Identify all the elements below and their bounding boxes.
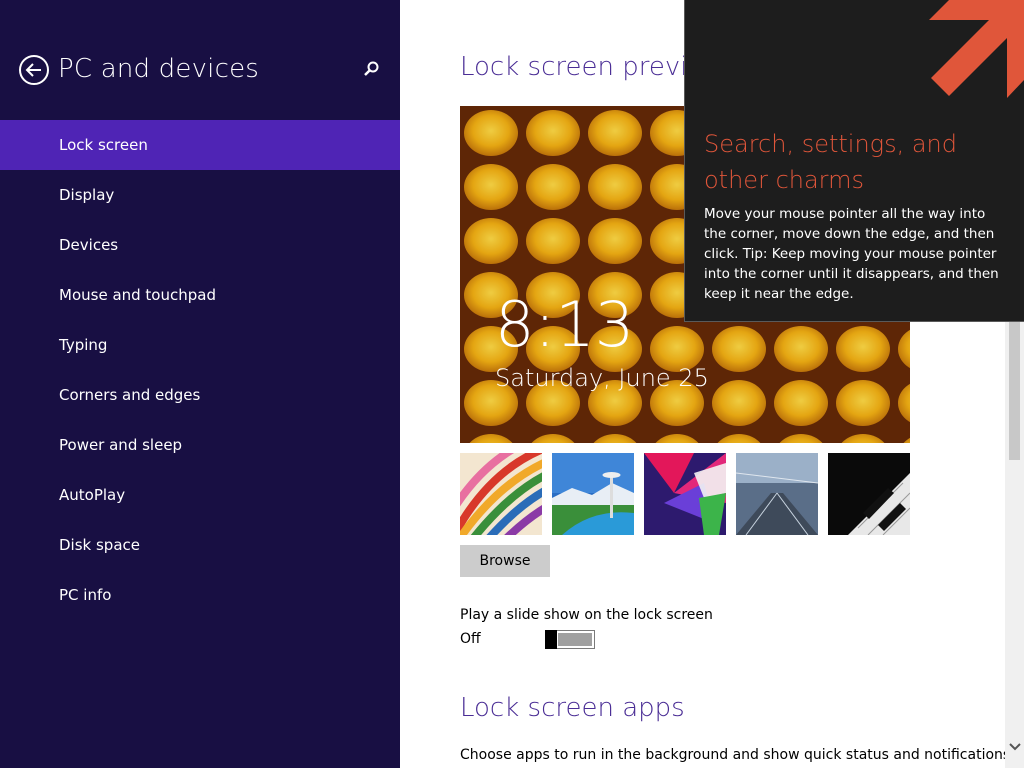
thumbnail-stripes[interactable] <box>460 453 542 535</box>
sidebar-item-devices[interactable]: Devices <box>0 220 400 270</box>
sidebar-item-display[interactable]: Display <box>0 170 400 220</box>
sidebar-item-disk-space[interactable]: Disk space <box>0 520 400 570</box>
thumbnail-piano-keys[interactable] <box>828 453 910 535</box>
background-thumbnails <box>460 453 910 535</box>
back-arrow-icon <box>25 63 41 77</box>
sidebar-item-lock-screen[interactable]: Lock screen <box>0 120 400 170</box>
sidebar-item-corners-and-edges[interactable]: Corners and edges <box>0 370 400 420</box>
chevron-down-icon[interactable] <box>1008 738 1022 752</box>
slideshow-label: Play a slide show on the lock screen <box>460 607 713 623</box>
slideshow-toggle[interactable] <box>545 630 595 649</box>
corner-arrow-icon <box>929 0 1024 98</box>
preview-time: 8:13 <box>495 288 635 361</box>
sidebar: PC and devices Lock screen Display Devic… <box>0 0 400 768</box>
toggle-knob <box>545 630 557 649</box>
scrollbar-thumb[interactable] <box>1009 322 1020 460</box>
lock-screen-apps-description: Choose apps to run in the background and… <box>460 747 1015 763</box>
slideshow-toggle-state: Off <box>460 631 481 647</box>
sidebar-item-typing[interactable]: Typing <box>0 320 400 370</box>
sidebar-item-power-and-sleep[interactable]: Power and sleep <box>0 420 400 470</box>
search-icon[interactable] <box>362 60 380 78</box>
thumbnail-abstract-shapes[interactable] <box>644 453 726 535</box>
thumbnail-train-station[interactable] <box>736 453 818 535</box>
back-button[interactable] <box>19 55 49 85</box>
sidebar-item-pc-info[interactable]: PC info <box>0 570 400 620</box>
charms-tip-overlay: Search, settings, and other charms Move … <box>684 0 1024 322</box>
lock-screen-apps-heading: Lock screen apps <box>460 693 685 723</box>
charms-tip-title: Search, settings, and other charms <box>704 130 957 194</box>
browse-button[interactable]: Browse <box>460 545 550 577</box>
sidebar-item-autoplay[interactable]: AutoPlay <box>0 470 400 520</box>
thumbnail-space-needle[interactable] <box>552 453 634 535</box>
sidebar-title: PC and devices <box>58 54 260 84</box>
toggle-track <box>558 633 592 646</box>
sidebar-nav: Lock screen Display Devices Mouse and to… <box>0 120 400 620</box>
sidebar-item-mouse-and-touchpad[interactable]: Mouse and touchpad <box>0 270 400 320</box>
preview-date: Saturday, June 25 <box>495 364 709 392</box>
charms-tip-body: Move your mouse pointer all the way into… <box>704 206 999 302</box>
